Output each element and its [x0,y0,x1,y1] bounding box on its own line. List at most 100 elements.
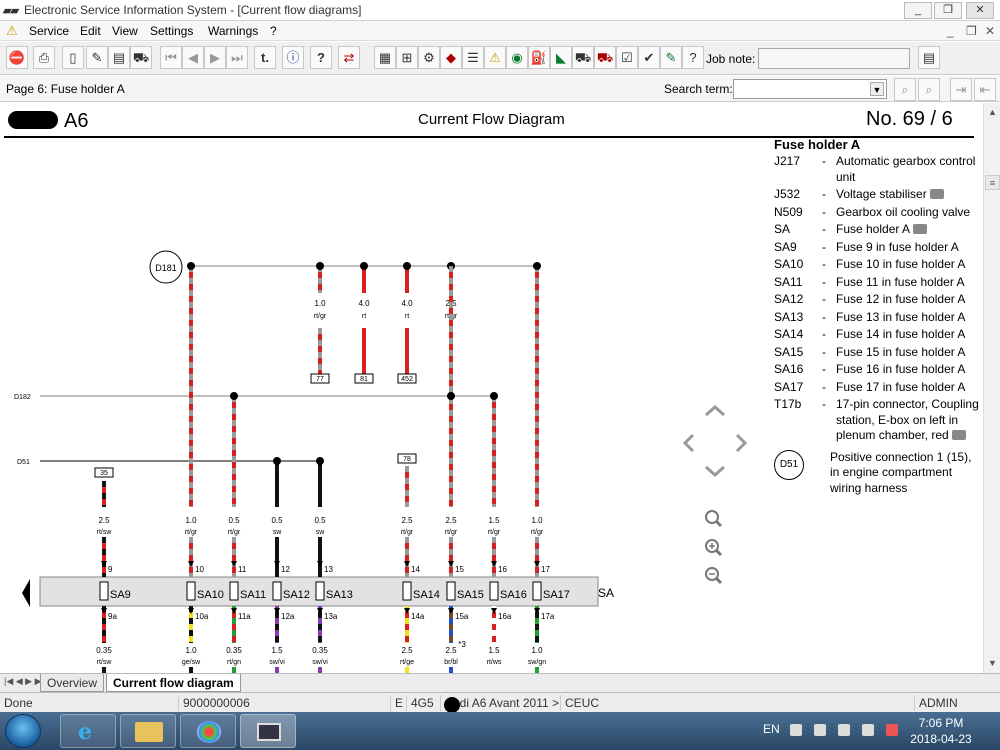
vertical-scrollbar[interactable]: ▲ ≡ ▼ [983,103,1000,673]
first-page-icon[interactable]: ⏮ [160,46,182,69]
find-icon[interactable]: ⌕ [894,78,916,101]
exit-icon[interactable]: ⛔ [6,46,28,69]
menu-edit[interactable]: Edit [80,24,101,38]
edit-document-icon[interactable]: ✎ [86,46,108,69]
tab-overview[interactable]: Overview [40,674,105,692]
page-label: Page 6: Fuse holder A [6,82,125,96]
inner-restore-button[interactable]: ❐ [966,24,977,38]
warning-icon: ⚠ [6,23,18,38]
print-icon[interactable]: ⎙ [33,46,55,69]
menu-help[interactable]: ? [270,24,277,38]
legend-panel: Fuse holder A J217- Automatic gearbox con… [770,137,982,512]
legend-desc: Fuse 12 in fuse holder A [836,292,982,308]
car-icon[interactable]: ⛟ [572,46,594,69]
pan-left-icon[interactable] [682,433,695,453]
start-button[interactable] [5,714,41,748]
info-icon[interactable]: ⓘ [282,46,304,69]
internet-explorer-icon[interactable]: e [60,714,116,748]
checkmark-icon[interactable]: ✔ [638,46,660,69]
menu-service[interactable]: Service [29,24,69,38]
outdent-icon[interactable]: ⇤ [974,78,996,101]
scroll-thumb[interactable]: ≡ [985,175,1000,190]
question-document-icon[interactable]: ? [682,46,704,69]
camera-icon[interactable] [951,430,966,440]
pan-up-icon[interactable] [705,404,725,417]
edit-icon[interactable]: ✎ [660,46,682,69]
job-note-icon[interactable]: ▤ [918,46,940,69]
pan-down-icon[interactable] [705,465,725,478]
menu-settings[interactable]: Settings [150,24,193,38]
vehicle-icon[interactable]: ⛟ [130,46,152,69]
restore-button[interactable]: ❐ [934,2,962,19]
menu-warnings[interactable]: Warnings [208,24,258,38]
legend-dash: - [822,397,826,411]
inner-close-button[interactable]: ✕ [985,24,995,38]
inner-minimize-button[interactable]: _ [947,24,954,38]
file-explorer-icon[interactable] [120,714,176,748]
legend-desc-text: Fuse 14 in fuse holder A [836,327,966,341]
language-indicator[interactable]: EN [763,722,780,736]
legend-desc-text: Fuse holder A [836,222,911,236]
tools-icon[interactable]: ⚙ [418,46,440,69]
tag-icon[interactable]: ◣ [550,46,572,69]
job-note-field[interactable] [758,48,910,69]
find-next-icon[interactable]: ⌕ [918,78,940,101]
calculator-icon[interactable]: ▦ [374,46,396,69]
help-icon[interactable]: ? [310,46,332,69]
esi-app-taskbar-icon[interactable] [240,714,296,748]
book-icon[interactable]: ◆ [440,46,462,69]
search-term-select[interactable]: ▼ [733,79,887,99]
action-center-icon[interactable] [886,724,898,736]
menu-view[interactable]: View [112,24,138,38]
tab-navigation-arrows[interactable]: |◀ ◀ ▶ ▶| [4,676,44,687]
tab-current-flow-diagram[interactable]: Current flow diagram [106,674,241,692]
zoom-icon[interactable] [705,510,723,528]
minimize-button[interactable]: _ [904,2,932,19]
zoom-out-icon[interactable] [705,567,723,585]
legend-desc-text: Fuse 9 in fuse holder A [836,239,959,254]
volume-icon[interactable] [838,724,850,736]
flag-icon[interactable] [814,724,826,736]
wire-size-label: 2.5 [98,516,110,525]
wire-color-label: rt/ge [400,659,414,666]
pan-right-icon[interactable] [735,433,748,453]
indent-icon[interactable]: ⇥ [950,78,972,101]
notes-icon[interactable]: ☰ [462,46,484,69]
diagram-viewport[interactable]: A6 Current Flow Diagram No. 69 / 6 D181 D… [0,103,983,673]
grid-icon[interactable]: ⊞ [396,46,418,69]
legend-dash: - [822,204,826,219]
camera-icon[interactable] [913,224,928,234]
previous-page-icon[interactable]: ◀ [182,46,204,69]
switch-icon[interactable]: ⇄ [338,46,360,69]
pin-arrow [274,608,280,614]
scroll-up-icon[interactable]: ▲ [985,105,1000,120]
last-page-icon[interactable]: ⏭ [226,46,248,69]
legend-code: T17b [774,397,802,411]
service-car-icon[interactable]: ⛟ [594,46,616,69]
close-button[interactable]: ✕ [966,2,994,19]
next-page-icon[interactable]: ▶ [204,46,226,69]
camera-icon[interactable] [929,189,944,199]
checklist-icon[interactable]: ☑ [616,46,638,69]
pin-arrow [101,608,107,614]
network-icon[interactable] [862,724,874,736]
globe-icon[interactable]: ◉ [506,46,528,69]
fuse-name: SA14 [413,589,440,601]
fuel-icon[interactable]: ⛽ [528,46,550,69]
return-icon[interactable]: t. [254,46,276,69]
zoom-in-icon[interactable] [705,539,723,557]
document-list-icon[interactable]: ▤ [108,46,130,69]
wire-color-label: rt/sw [97,659,113,666]
scroll-down-icon[interactable]: ▼ [985,656,1000,671]
caution-icon[interactable]: ⚠ [484,46,506,69]
fuse-symbol [229,581,239,601]
chevron-down-icon[interactable]: ▼ [870,82,884,96]
legend-code: D51 [774,449,804,480]
page-bar: Page 6: Fuse holder A Search term: ▼ ⌕ ⌕… [0,76,1000,102]
legend-item: SA9 - Fuse 9 in fuse holder A [770,240,982,256]
fuse-holder-label: SA [598,586,614,600]
new-document-icon[interactable]: ▯ [62,46,84,69]
tray-expand-icon[interactable] [790,724,802,736]
paint-icon[interactable] [180,714,236,748]
clock[interactable]: 7:06 PM 2018-04-23 [910,715,972,747]
